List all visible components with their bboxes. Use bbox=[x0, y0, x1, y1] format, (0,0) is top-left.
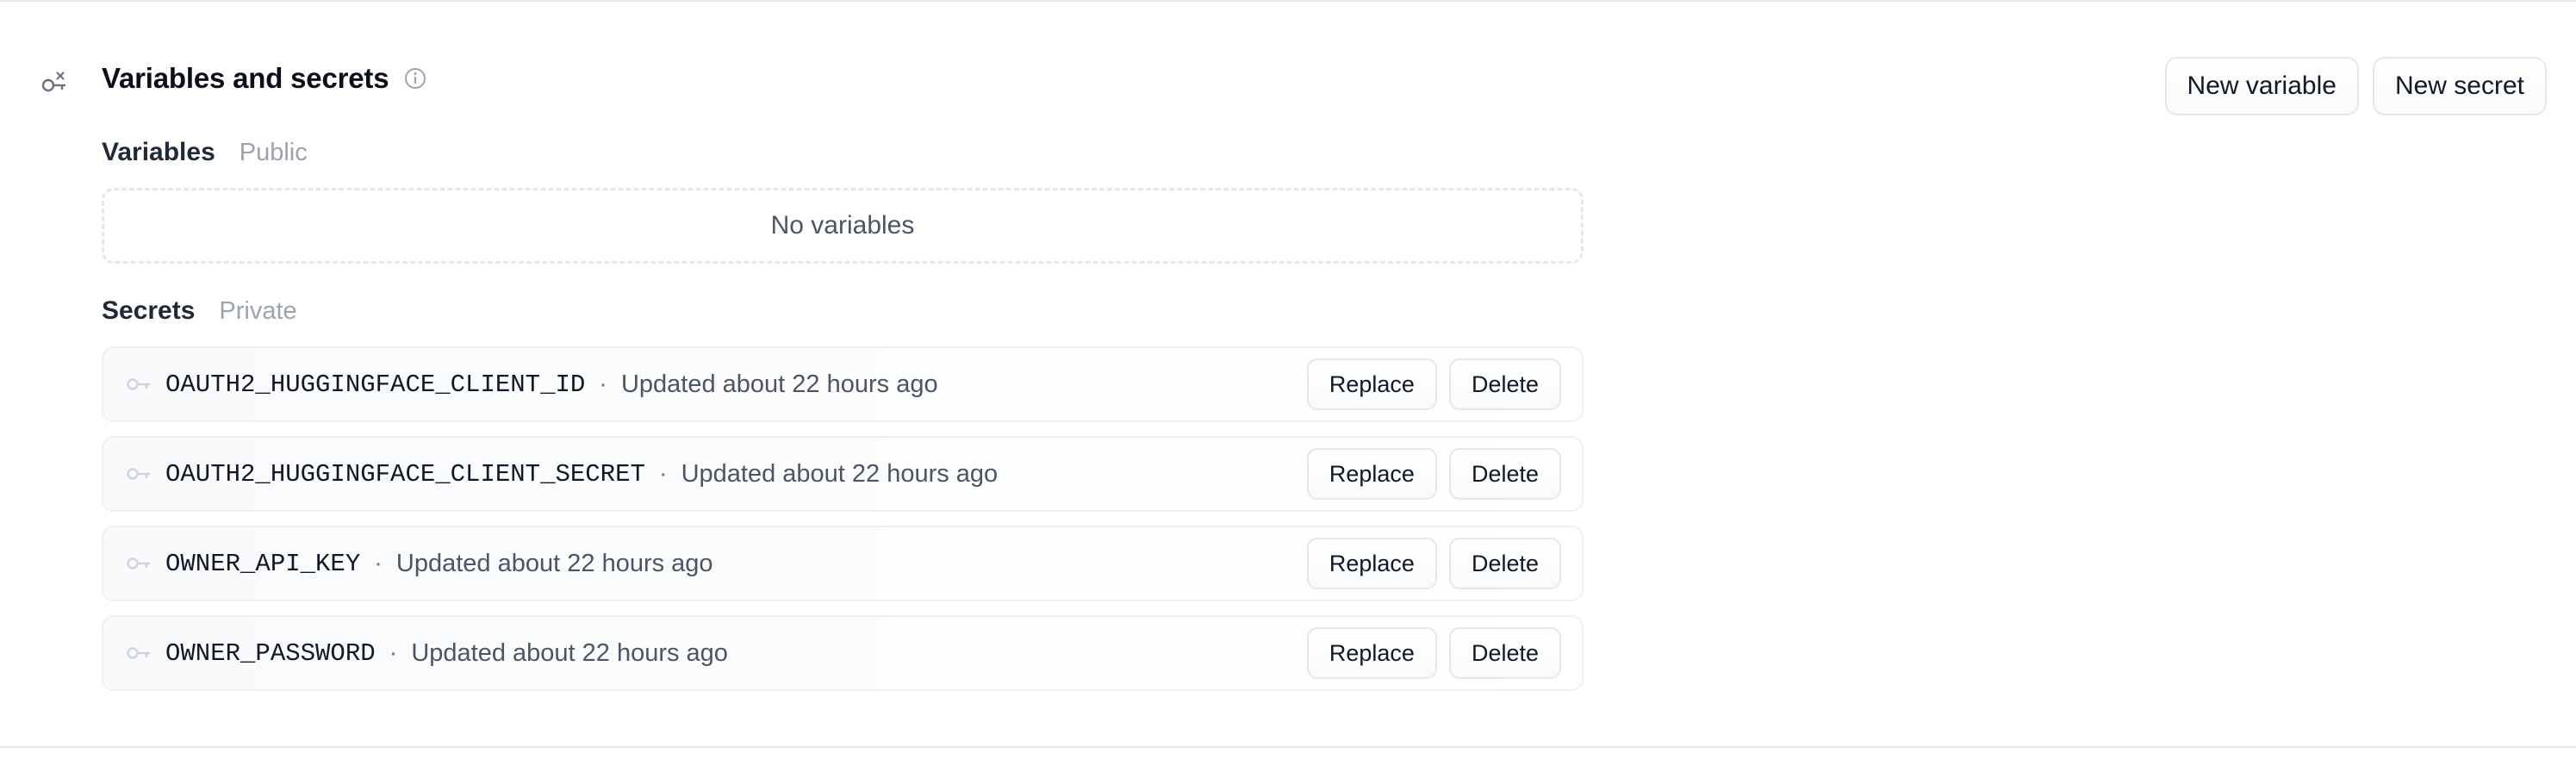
info-icon[interactable] bbox=[404, 67, 426, 90]
secrets-list: OAUTH2_HUGGINGFACE_CLIENT_ID · Updated a… bbox=[102, 346, 1584, 705]
top-divider bbox=[0, 0, 2576, 2]
secret-name: OWNER_PASSWORD bbox=[165, 638, 376, 668]
secret-updated: Updated about 22 hours ago bbox=[395, 549, 713, 577]
key-icon bbox=[127, 468, 150, 480]
replace-button[interactable]: Replace bbox=[1306, 448, 1437, 500]
secrets-label: Secrets bbox=[102, 296, 196, 325]
secrets-qualifier: Private bbox=[219, 297, 297, 325]
replace-button[interactable]: Replace bbox=[1306, 627, 1437, 679]
secret-actions: Replace Delete bbox=[1306, 627, 1561, 679]
secret-actions: Replace Delete bbox=[1306, 358, 1561, 410]
secrets-heading: Secrets Private bbox=[102, 296, 297, 326]
separator: · bbox=[374, 549, 383, 577]
bottom-divider bbox=[0, 746, 2576, 748]
separator: · bbox=[389, 638, 398, 667]
secret-updated: Updated about 22 hours ago bbox=[411, 638, 728, 667]
secret-row: OWNER_PASSWORD · Updated about 22 hours … bbox=[102, 615, 1584, 691]
variables-qualifier: Public bbox=[239, 139, 308, 166]
secret-row: OWNER_API_KEY · Updated about 22 hours a… bbox=[102, 526, 1584, 601]
separator: · bbox=[599, 370, 607, 398]
section-title: Variables and secrets bbox=[102, 62, 389, 94]
secret-updated: Updated about 22 hours ago bbox=[681, 459, 999, 488]
secret-name: OAUTH2_HUGGINGFACE_CLIENT_ID bbox=[165, 370, 586, 399]
secret-name: OAUTH2_HUGGINGFACE_CLIENT_SECRET bbox=[165, 459, 645, 489]
variables-label: Variables bbox=[102, 138, 215, 166]
key-icon bbox=[127, 378, 150, 390]
new-variable-button[interactable]: New variable bbox=[2164, 57, 2359, 115]
delete-button[interactable]: Delete bbox=[1448, 627, 1561, 679]
delete-button[interactable]: Delete bbox=[1448, 358, 1561, 410]
delete-button[interactable]: Delete bbox=[1448, 538, 1561, 589]
variables-empty-state: No variables bbox=[102, 188, 1584, 264]
secret-actions: Replace Delete bbox=[1306, 448, 1561, 500]
separator: · bbox=[658, 459, 668, 488]
variables-heading: Variables Public bbox=[102, 138, 308, 167]
secret-row: OAUTH2_HUGGINGFACE_CLIENT_SECRET · Updat… bbox=[102, 436, 1584, 512]
empty-variables-text: No variables bbox=[770, 211, 915, 240]
replace-button[interactable]: Replace bbox=[1306, 538, 1437, 589]
secret-name: OWNER_API_KEY bbox=[165, 549, 361, 578]
section-header: Variables and secrets bbox=[102, 62, 426, 95]
new-secret-button[interactable]: New secret bbox=[2372, 57, 2547, 115]
secret-updated: Updated about 22 hours ago bbox=[620, 370, 938, 398]
key-icon bbox=[127, 557, 150, 570]
key-chain-icon bbox=[41, 72, 65, 92]
secret-row: OAUTH2_HUGGINGFACE_CLIENT_ID · Updated a… bbox=[102, 346, 1584, 422]
secret-actions: Replace Delete bbox=[1306, 538, 1561, 589]
key-icon bbox=[127, 647, 150, 659]
header-actions: New variable New secret bbox=[2164, 57, 2547, 115]
delete-button[interactable]: Delete bbox=[1448, 448, 1561, 500]
replace-button[interactable]: Replace bbox=[1306, 358, 1437, 410]
